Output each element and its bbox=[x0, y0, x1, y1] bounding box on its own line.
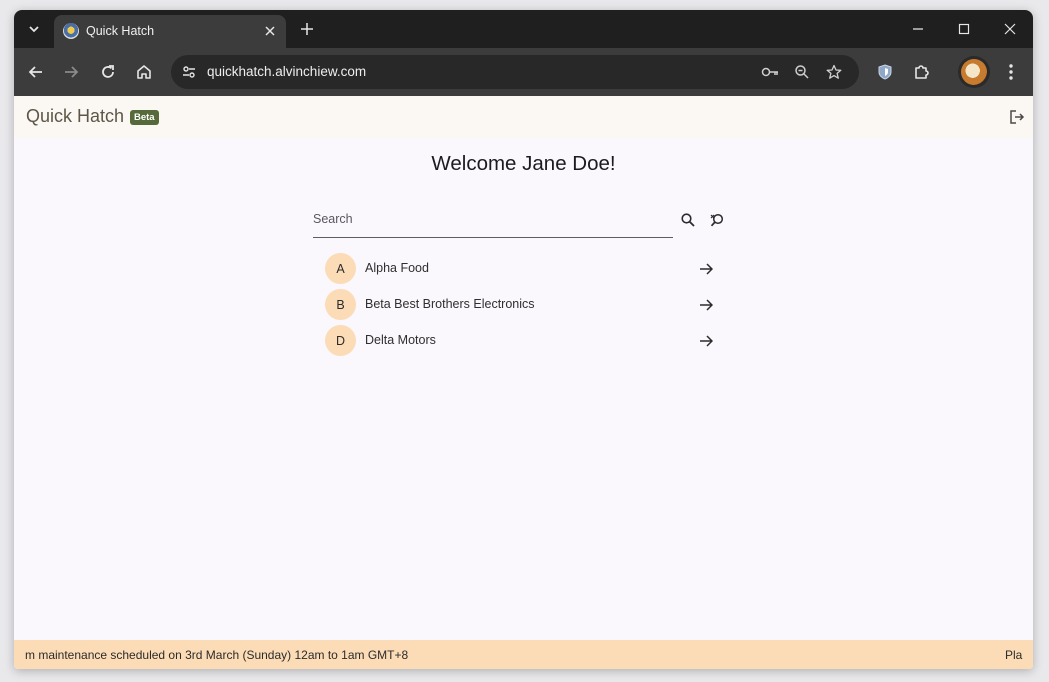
search-icon bbox=[681, 213, 695, 227]
browser-menu-button[interactable] bbox=[999, 60, 1023, 84]
search-input[interactable] bbox=[313, 208, 663, 230]
address-bar[interactable]: quickhatch.alvinchiew.com bbox=[171, 55, 859, 89]
tab-close-button[interactable] bbox=[262, 23, 278, 39]
arrow-forward-icon bbox=[700, 299, 713, 311]
open-company-button[interactable] bbox=[696, 259, 716, 279]
forward-button[interactable] bbox=[59, 60, 83, 84]
logout-button[interactable] bbox=[1007, 107, 1027, 127]
maximize-icon bbox=[958, 23, 970, 35]
minimize-button[interactable] bbox=[908, 19, 928, 39]
profile-avatar-button[interactable] bbox=[961, 59, 987, 85]
extensions-button[interactable] bbox=[910, 60, 934, 84]
banner-text: m maintenance scheduled on 3rd March (Su… bbox=[25, 648, 409, 662]
close-window-button[interactable] bbox=[1000, 19, 1020, 39]
browser-toolbar: quickhatch.alvinchiew.com bbox=[14, 48, 1033, 96]
reload-icon bbox=[102, 65, 114, 78]
bookmark-button[interactable] bbox=[824, 62, 844, 82]
company-name[interactable]: Beta Best Brothers Electronics bbox=[365, 297, 535, 311]
home-button[interactable] bbox=[132, 60, 156, 84]
tab-search-button[interactable] bbox=[24, 19, 44, 39]
search-button[interactable] bbox=[678, 210, 698, 230]
list-item[interactable]: A Alpha Food bbox=[322, 251, 722, 287]
browser-tab[interactable]: Quick Hatch bbox=[54, 15, 286, 48]
title-bar: Quick Hatch bbox=[14, 10, 1033, 48]
beta-badge: Beta bbox=[130, 110, 159, 125]
new-tab-button[interactable] bbox=[297, 19, 317, 39]
zoom-button[interactable] bbox=[792, 62, 812, 82]
tune-icon bbox=[183, 66, 195, 78]
maintenance-banner: m maintenance scheduled on 3rd March (Su… bbox=[14, 640, 1033, 669]
close-icon bbox=[1004, 23, 1016, 35]
arrow-forward-icon bbox=[700, 335, 713, 347]
banner-text-tail: Pla bbox=[1005, 648, 1023, 662]
minimize-icon bbox=[913, 28, 923, 30]
star-icon bbox=[826, 64, 842, 79]
open-company-button[interactable] bbox=[696, 331, 716, 351]
company-avatar: D bbox=[325, 325, 356, 356]
search-field[interactable] bbox=[313, 206, 673, 238]
list-item[interactable]: B Beta Best Brothers Electronics bbox=[322, 287, 722, 323]
logout-icon bbox=[1010, 110, 1025, 124]
company-list: A Alpha Food B Beta Best Brothers Electr… bbox=[322, 251, 722, 359]
kebab-icon bbox=[1009, 64, 1013, 80]
company-name[interactable]: Alpha Food bbox=[365, 261, 429, 275]
plus-icon bbox=[301, 23, 313, 35]
zoom-icon bbox=[795, 65, 809, 79]
company-name[interactable]: Delta Motors bbox=[365, 333, 436, 347]
arrow-left-icon bbox=[28, 66, 42, 78]
app-brand[interactable]: Quick Hatch bbox=[26, 106, 124, 127]
site-info-button[interactable] bbox=[179, 62, 199, 82]
company-avatar: A bbox=[325, 253, 356, 284]
maximize-button[interactable] bbox=[954, 19, 974, 39]
chevron-down-icon bbox=[29, 26, 39, 33]
app-header: Quick Hatch Beta bbox=[14, 96, 1033, 138]
tab-title: Quick Hatch bbox=[86, 24, 155, 38]
back-button[interactable] bbox=[24, 60, 48, 84]
reload-button[interactable] bbox=[96, 60, 120, 84]
shield-icon bbox=[878, 64, 892, 80]
extension-shield-button[interactable] bbox=[873, 60, 897, 84]
close-icon bbox=[265, 26, 275, 36]
arrow-right-icon bbox=[65, 66, 79, 78]
welcome-heading: Welcome Jane Doe! bbox=[431, 152, 616, 175]
favicon-icon bbox=[63, 23, 79, 39]
company-avatar: B bbox=[325, 289, 356, 320]
browser-window: Quick Hatch quickhatch.alvinchiew.com Qu… bbox=[14, 10, 1033, 669]
list-item[interactable]: D Delta Motors bbox=[322, 323, 722, 359]
arrow-forward-icon bbox=[700, 263, 713, 275]
puzzle-icon bbox=[915, 65, 929, 79]
key-icon bbox=[761, 67, 778, 77]
home-icon bbox=[137, 65, 151, 79]
search-off-icon bbox=[710, 213, 723, 226]
clear-search-button[interactable] bbox=[707, 210, 727, 230]
open-company-button[interactable] bbox=[696, 295, 716, 315]
url-text[interactable]: quickhatch.alvinchiew.com bbox=[207, 64, 366, 79]
password-manager-button[interactable] bbox=[760, 62, 780, 82]
